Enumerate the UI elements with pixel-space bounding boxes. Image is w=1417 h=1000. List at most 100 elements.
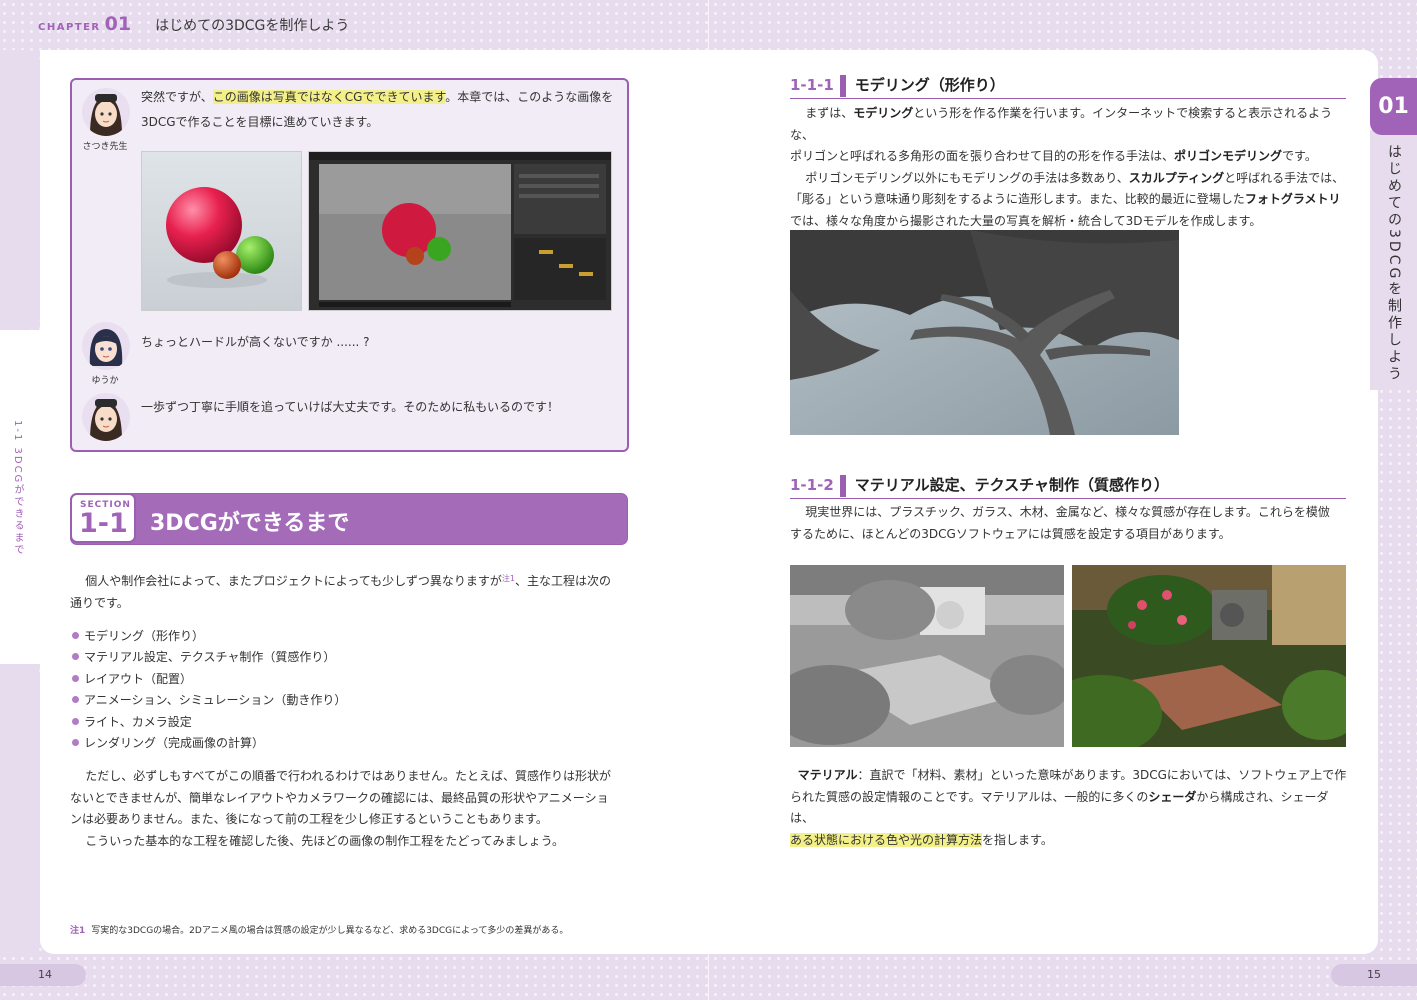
modeling-line: まずは、モデリングという形を作る作業を行います。インターネットで検索すると表示さ…	[790, 103, 1350, 146]
bullet-icon	[72, 632, 79, 639]
para2-line-4: こういった基本的な工程を確認した後、先ほどの画像の制作工程をたどってみましょう。	[85, 833, 564, 848]
material-intro-line: 現実世界には、プラスチック、ガラス、木材、金属など、様々な質感が存在します。これ…	[790, 502, 1350, 524]
list-item: レンダリング（完成画像の計算）	[72, 733, 346, 754]
garden-gray-render-image	[790, 565, 1064, 747]
bullet-icon	[72, 717, 79, 725]
material-intro-line-2: するために、ほとんどの3DCGソフトウェアには質感を設定する項目があります。	[790, 526, 1231, 541]
subheading-1-1-2: 1-1-2 マテリアル設定、テクスチャ制作（質感作り）	[790, 474, 1346, 499]
list-item: アニメーション、シミュレーション（動き作り）	[72, 690, 346, 711]
modeling-text: まずは、	[805, 106, 854, 120]
modeling-line: 「彫る」という意味通り彫刻をするように造形します。また、比較的最近に登場したフォ…	[790, 189, 1350, 211]
material-intro-text: 現実世界には、プラスチック、ガラス、木材、金属など、様々な質感が存在します。これ…	[805, 505, 1330, 519]
dialog-line-1-pre: 突然ですが、	[141, 90, 213, 104]
speaker-yuuka: ゆうか	[91, 376, 119, 386]
process-list: モデリング（形作り） マテリアル設定、テクスチャ制作（質感作り） レイアウト（配…	[72, 626, 346, 754]
subheading-bar	[839, 474, 846, 497]
polygon-modeling-term: ポリゴンモデリング	[1174, 149, 1283, 163]
material-def-line: ある状態における色や光の計算方法を指します。	[790, 830, 1350, 852]
dialog-line-3: 一歩ずつ丁寧に手順を追っていけば大丈夫です。そのために私もいるのです！	[141, 400, 559, 414]
page-gutter	[708, 0, 709, 1000]
bullet-icon	[72, 653, 79, 661]
subheading-number: 1-1-1	[790, 76, 834, 94]
chapter-title: はじめての3DCGを制作しよう	[155, 18, 350, 34]
dialog-line-2: ちょっとハードルが高くないですか ...... ?	[141, 335, 370, 349]
material-def-line: マテリアル：直訳で「材料、素材」といった意味があります。3DCGにおいては、ソフ…	[790, 765, 1350, 787]
list-item-label: モデリング（形作り）	[84, 629, 205, 643]
chapter-header: CHAPTER 01 はじめての3DCGを制作しよう	[38, 13, 349, 35]
section-number: 1-1	[79, 508, 128, 539]
garden-color-render-image	[1072, 565, 1346, 747]
list-item-label: レイアウト（配置）	[84, 671, 193, 686]
modeling-text: 「彫る」という意味通り彫刻をするように造形します。また、比較的最近に登場した	[790, 192, 1245, 206]
subheading-title: モデリング（形作り）	[854, 76, 1005, 94]
intro-paragraph: 個人や制作会社によって、またプロジェクトによっても少しずつ異なりますが注1、主な…	[70, 568, 630, 614]
subheading-number: 1-1-2	[790, 476, 834, 494]
modeling-line: ポリゴンモデリング以外にもモデリングの手法は多数あり、スカルプティングと呼ばれる…	[790, 168, 1350, 190]
chapter-vertical-title: はじめての3DCGを制作しよう	[1386, 144, 1402, 384]
left-side-vertical-label: 1-1 3DCGができるまで	[12, 420, 23, 557]
para2-line-3: ンは必要ありません。また、後になって前の工程を少し修正するということもあります。	[70, 812, 548, 826]
left-side-tab-bottom	[0, 664, 40, 954]
material-def-text: ：直訳で「材料、素材」といった意味があります。3DCGにおいては、ソフトウェア上…	[857, 768, 1347, 782]
bullet-icon	[72, 739, 79, 747]
subheading-bar	[839, 74, 846, 97]
section-title: 3DCGができるまで	[150, 511, 350, 536]
photogrammetry-term: フォトグラメトリ	[1244, 192, 1341, 206]
modeling-line: では、様々な角度から撮影された大量の写真を解析・統合して3Dモデルを作成します。	[790, 213, 1262, 228]
material-def-text: られた質感の設定情報のことです。マテリアルは、一般的に多くの	[790, 789, 1149, 804]
modeling-paragraph: まずは、モデリングという形を作る作業を行います。インターネットで検索すると表示さ…	[790, 103, 1350, 232]
para2-line: ただし、必ずしもすべてがこの順番で行われるわけではありません。たとえば、質感作り…	[70, 766, 640, 788]
sculpting-term: スカルプティング	[1128, 170, 1225, 185]
tree-model-image	[790, 230, 1179, 435]
material-term: マテリアル	[797, 768, 858, 782]
list-item: ライト、カメラ設定	[72, 712, 346, 733]
footnote-label: 注1	[70, 926, 86, 936]
material-intro-paragraph: 現実世界には、プラスチック、ガラス、木材、金属など、様々な質感が存在します。これ…	[790, 502, 1350, 545]
chapter-number: 01	[104, 13, 132, 35]
list-item: レイアウト（配置）	[72, 669, 346, 690]
modeling-term: モデリング	[853, 106, 914, 120]
list-item: モデリング（形作り）	[72, 626, 346, 647]
material-definition: マテリアル：直訳で「材料、素材」といった意味があります。3DCGにおいては、ソフ…	[790, 765, 1350, 851]
subheading-1-1-1: 1-1-1 モデリング（形作り）	[790, 74, 1346, 99]
chapter-tab[interactable]: 01	[1370, 78, 1417, 135]
intro-text-a: 個人や制作会社によって、またプロジェクトによっても少しずつ異なりますが	[85, 574, 502, 588]
list-item-label: アニメーション、シミュレーション（動き作り）	[84, 693, 347, 708]
para2-line: こういった基本的な工程を確認した後、先ほどの画像の制作工程をたどってみましょう。	[70, 831, 640, 853]
list-item: マテリアル設定、テクスチャ制作（質感作り）	[72, 647, 346, 668]
dialog-highlight: この画像は写真ではなくCGでできています	[212, 90, 446, 104]
footnote-text: 写実的な3DCGの場合。2Dアニメ風の場合は質感の設定が少し異なるなど、求める3…	[91, 926, 569, 936]
bullet-icon	[72, 674, 79, 682]
speaker-satsuki: さつき先生	[82, 142, 128, 152]
satsuki-avatar	[82, 88, 130, 136]
chapter-word: CHAPTER	[38, 22, 101, 33]
intro-note-ref: 注1	[501, 574, 516, 583]
intro-line-1: 個人や制作会社によって、またプロジェクトによっても少しずつ異なりますが注1、主な…	[70, 568, 630, 593]
footnote: 注1 写実的な3DCGの場合。2Dアニメ風の場合は質感の設定が少し異なるなど、求め…	[70, 923, 568, 936]
modeling-line: ポリゴンと呼ばれる多角形の面を張り合わせて目的の形を作る手法は、ポリゴンモデリン…	[790, 146, 1350, 168]
para2-line-2: ないとできませんが、簡単なレイアウトやカメラワークの確認には、最終品質の形状やア…	[70, 790, 609, 805]
yuuka-avatar	[82, 322, 130, 370]
material-highlight: ある状態における色や光の計算方法	[790, 832, 983, 847]
satsuki-avatar-2	[82, 393, 130, 441]
dialog-line-1b: 3DCGで作ることを目標に進めていきます。	[141, 115, 379, 129]
shader-term: シェーダ	[1148, 789, 1197, 804]
dialog-line-1: 突然ですが、この画像は写真ではなくCGでできています。本章では、このような画像を	[141, 85, 613, 109]
modeling-text: ポリゴンモデリング以外にもモデリングの手法は多数あり、	[805, 170, 1129, 185]
sphere-render-image	[141, 151, 302, 311]
paragraph-2: ただし、必ずしもすべてがこの順番で行われるわけではありません。たとえば、質感作り…	[70, 766, 640, 852]
modeling-text: です。	[1282, 149, 1317, 163]
para2-line-1: ただし、必ずしもすべてがこの順番で行われるわけではありません。たとえば、質感作り…	[85, 769, 611, 783]
modeling-text: ポリゴンと呼ばれる多角形の面を張り合わせて目的の形を作る手法は、	[790, 149, 1175, 163]
list-item-label: ライト、カメラ設定	[84, 714, 192, 729]
page-number-left: 14	[0, 964, 86, 986]
bullet-icon	[72, 696, 79, 704]
page-number-right: 15	[1331, 964, 1417, 986]
material-def-text: を指します。	[982, 832, 1053, 847]
left-side-tab-top	[0, 50, 40, 330]
material-def-line: られた質感の設定情報のことです。マテリアルは、一般的に多くのシェーダから構成され…	[790, 787, 1350, 830]
intro-text-b: 、主な工程は次の	[515, 574, 612, 588]
subheading-title: マテリアル設定、テクスチャ制作（質感作り）	[854, 476, 1170, 494]
dialog-line-1-post: 。本章では、このような画像を	[445, 90, 614, 104]
software-screenshot-image	[308, 151, 612, 311]
